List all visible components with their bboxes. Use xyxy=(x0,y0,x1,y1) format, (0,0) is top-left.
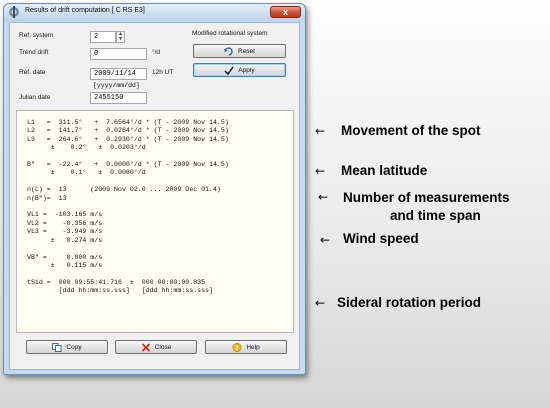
apply-button[interactable]: Apply xyxy=(193,63,286,77)
window-close-button[interactable]: x xyxy=(270,6,301,18)
svg-text:?: ? xyxy=(235,344,239,352)
checkmark-icon xyxy=(224,66,234,75)
copy-label: Copy xyxy=(66,343,82,351)
help-label: Help xyxy=(246,343,260,351)
reset-icon xyxy=(224,46,233,56)
copy-icon xyxy=(52,342,62,352)
drift-results-window: Results of drift computation [ C RS E3] … xyxy=(3,3,306,375)
arrow-left-icon: ← xyxy=(318,190,329,204)
spin-down-icon[interactable]: ▼ xyxy=(117,37,124,42)
ref-date-suffix: 12h UT xyxy=(152,69,174,76)
annotation-movement: Movement of the spot xyxy=(341,123,481,138)
arrow-left-icon: ← xyxy=(315,164,326,178)
copy-button[interactable]: Copy xyxy=(26,340,108,354)
ref-date-label: Ref. date xyxy=(19,69,46,76)
window-title: Results of drift computation [ C RS E3] xyxy=(25,7,145,14)
date-format-hint: [yyyy/mm/dd] xyxy=(93,82,140,89)
annotation-sideral: Sideral rotation period xyxy=(337,295,482,310)
annotation-measurements-line2: and time span xyxy=(390,208,481,223)
ref-system-label: Ref. system xyxy=(19,32,54,39)
ref-date-input[interactable]: 2009/11/14 xyxy=(90,68,147,80)
close-x-icon xyxy=(141,342,150,352)
reset-label: Reset xyxy=(238,47,255,55)
trend-drift-unit: °/d xyxy=(152,49,161,56)
trend-drift-input[interactable]: 0 xyxy=(90,48,147,60)
help-icon: ? xyxy=(232,342,242,352)
modified-system-label: Modified rotational system xyxy=(192,30,268,37)
annotation-wind: Wind speed xyxy=(343,231,419,246)
close-button[interactable]: Close xyxy=(115,340,197,354)
apply-label: Apply xyxy=(238,66,255,74)
trend-drift-label: Trend drift xyxy=(19,49,49,56)
title-bar[interactable]: Results of drift computation [ C RS E3] … xyxy=(4,4,305,21)
ref-system-spinner[interactable]: ▲ ▼ xyxy=(116,31,125,43)
help-button[interactable]: ? Help xyxy=(205,340,287,354)
ref-system-input[interactable]: 2 xyxy=(90,31,116,43)
julian-date-label: Julian date xyxy=(19,94,51,101)
annotation-latitude: Mean latitude xyxy=(341,163,428,178)
reset-button[interactable]: Reset xyxy=(193,44,286,58)
annotation-measurements-line1: Number of measurements xyxy=(343,190,510,205)
close-label: Close xyxy=(154,343,172,351)
arrow-left-icon: ← xyxy=(315,124,326,138)
app-icon xyxy=(9,6,19,18)
julian-date-input[interactable]: 2455150 xyxy=(90,92,147,104)
results-text-area[interactable]: L1 = 311.5° + 7.6564°/d * (T - 2009 Nov … xyxy=(16,110,294,333)
results-text: L1 = 311.5° + 7.6564°/d * (T - 2009 Nov … xyxy=(27,119,229,295)
arrow-left-icon: ← xyxy=(320,233,331,247)
arrow-left-icon: ← xyxy=(315,296,326,310)
dialog-client-area: Ref. system 2 ▲ ▼ Trend drift 0 °/d Ref.… xyxy=(9,22,300,370)
